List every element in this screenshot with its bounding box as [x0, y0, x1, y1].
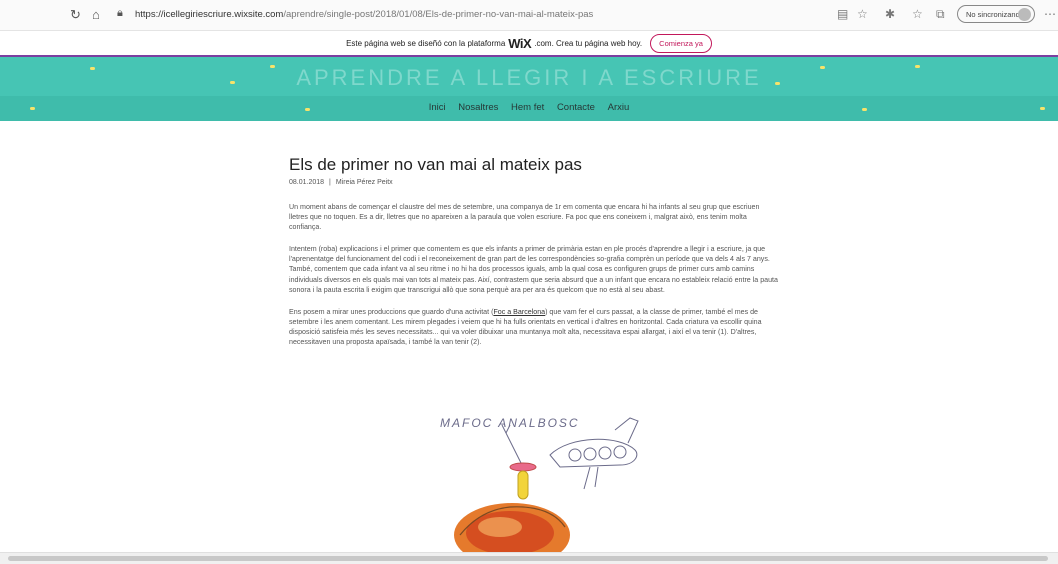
wix-banner-text-before: Este página web se diseñó con la platafo… [346, 38, 506, 48]
meta-separator: | [329, 179, 331, 186]
profile-button[interactable]: No sincronizando [957, 5, 1035, 23]
paragraph-3-text-before: Ens posem a mirar unes produccions que g… [289, 307, 494, 316]
decor-dot [775, 82, 780, 85]
decor-dot [270, 65, 275, 68]
url-path: /aprendre/single-post/2018/01/08/Els-de-… [283, 9, 594, 20]
more-menu-icon[interactable]: ⋯ [1044, 7, 1056, 21]
wix-banner-text-after: .com. Crea tu página web hoy. [534, 38, 643, 48]
foc-a-barcelona-link[interactable]: Foc a Barcelona [493, 308, 545, 316]
nav-item-contacte[interactable]: Contacte [557, 102, 595, 113]
wix-banner: Este página web se diseñó con la platafo… [0, 31, 1058, 57]
collections-icon[interactable]: ⧉ [936, 7, 945, 22]
profile-label: No sincronizando [966, 9, 1024, 19]
nav-item-arxiu[interactable]: Arxiu [608, 102, 630, 113]
nav-item-hem-fet[interactable]: Hem fet [511, 102, 544, 113]
favorites-icon[interactable]: ☆ [912, 7, 923, 21]
wix-logo[interactable]: WiX [508, 36, 531, 51]
avatar [1018, 8, 1031, 21]
decor-dot [230, 81, 235, 84]
nav-item-inici[interactable]: Inici [429, 102, 446, 113]
url-host: https://icellegiriescriure.wixsite.com [135, 9, 284, 20]
decor-dot [862, 108, 867, 111]
home-icon[interactable]: ⌂ [92, 7, 100, 22]
extension-icon[interactable]: ✱ [885, 7, 895, 21]
site-nav: Inici Nosaltres Hem fet Contacte Arxiu [0, 96, 1058, 121]
child-drawing-image: MAFOC ANALBOSC [440, 416, 639, 563]
address-bar[interactable]: https://icellegiriescriure.wixsite.com/a… [135, 9, 593, 20]
decor-dot [1040, 107, 1045, 110]
post-paragraph-1: Un moment abans de començar el claustre … [289, 203, 760, 232]
favorite-star-icon[interactable]: ☆ [857, 7, 868, 21]
decor-dot [820, 66, 825, 69]
scrollbar-thumb[interactable] [8, 556, 1048, 561]
horizontal-scrollbar[interactable] [0, 552, 1058, 564]
reader-view-icon[interactable]: ▤ [837, 7, 848, 21]
decor-dot [30, 107, 35, 110]
post-paragraph-3: Ens posem a mirar unes produccions que g… [289, 307, 779, 347]
post-date: 08.01.2018 [289, 179, 325, 186]
site-header: APRENDRE A LLEGIR I A ESCRIURE [0, 57, 1058, 96]
nav-item-nosaltres[interactable]: Nosaltres [458, 102, 498, 113]
start-now-button[interactable]: Comienza ya [650, 33, 712, 53]
decor-dot [90, 67, 95, 70]
post-author[interactable]: Mireia Pérez Peitx [336, 179, 393, 186]
drawing-handwriting: MAFOC ANALBOSC [440, 416, 580, 430]
blog-post: Els de primer no van mai al mateix pas 0… [289, 155, 779, 347]
browser-toolbar: ↻ ⌂ 🔒︎ https://icellegiriescriure.wixsit… [0, 0, 1058, 31]
lock-icon: 🔒︎ [117, 7, 123, 19]
site-title[interactable]: APRENDRE A LLEGIR I A ESCRIURE [0, 65, 1058, 91]
refresh-icon[interactable]: ↻ [70, 7, 81, 23]
decor-dot [305, 108, 310, 111]
decor-dot [915, 65, 920, 68]
post-paragraph-2: Intentem (roba) explicacions i el primer… [289, 245, 778, 294]
post-meta: 08.01.2018 | Mireia Pérez Peitx [289, 179, 779, 186]
post-title: Els de primer no van mai al mateix pas [289, 155, 582, 174]
